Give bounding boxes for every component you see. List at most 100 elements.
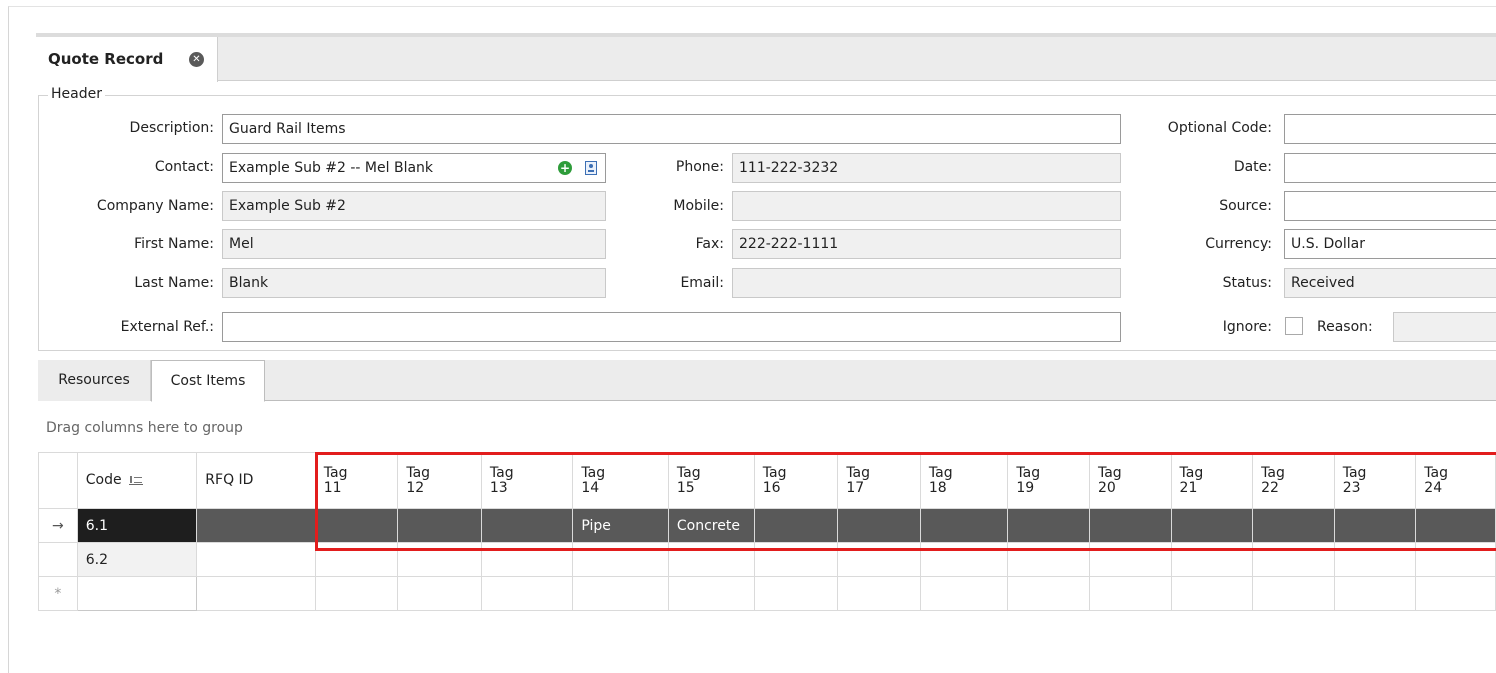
cell-tag-22[interactable] (1252, 576, 1335, 611)
table-row[interactable]: → 6.1 Pipe Concrete (38, 508, 1496, 543)
cell-tag-21[interactable] (1170, 542, 1254, 577)
cell-tag-11[interactable] (314, 508, 399, 543)
cell-tag-23[interactable] (1333, 508, 1417, 543)
column-header-tag-15[interactable]: Tag 15 (667, 452, 755, 509)
column-header-tag-13[interactable]: Tag 13 (480, 452, 574, 509)
currency-field[interactable]: U.S. Dollar (1284, 229, 1496, 259)
cell-rfq-id[interactable] (196, 542, 316, 577)
ignore-checkbox[interactable] (1285, 317, 1303, 335)
cell-tag-16[interactable] (753, 576, 839, 611)
source-field[interactable] (1284, 191, 1496, 221)
cell-tag-17[interactable] (837, 576, 921, 611)
column-header-tag-17[interactable]: Tag 17 (837, 452, 921, 509)
date-field[interactable] (1284, 153, 1496, 183)
cell-tag-12[interactable] (397, 576, 482, 611)
tab-resources[interactable]: Resources (38, 360, 151, 401)
cell-tag-18[interactable] (919, 508, 1009, 543)
email-field (732, 268, 1121, 298)
cell-tag-23[interactable] (1333, 576, 1417, 611)
cell-tag-16[interactable] (753, 542, 839, 577)
column-header-tag-12[interactable]: Tag 12 (397, 452, 482, 509)
status-field: Received (1284, 268, 1496, 298)
description-field[interactable]: Guard Rail Items (222, 114, 1121, 144)
cell-tag-21[interactable] (1170, 576, 1254, 611)
source-label: Source: (1219, 198, 1272, 214)
column-header-tag-11[interactable]: Tag 11 (314, 452, 399, 509)
cell-tag-14[interactable] (572, 576, 669, 611)
cost-items-grid: Code RFQ ID Tag 11 Tag 12 Tag 13 Tag 14 Tag 1… (38, 452, 1496, 611)
contact-label: Contact: (154, 159, 214, 175)
cell-tag-15[interactable] (667, 576, 755, 611)
cell-tag-11[interactable] (314, 542, 399, 577)
cell-tag-24[interactable] (1415, 542, 1496, 577)
cell-code[interactable]: 6.2 (76, 542, 198, 577)
document-tab-bar: Quote Record ✕ (36, 37, 1496, 82)
cell-tag-24[interactable] (1415, 576, 1496, 611)
cell-tag-12[interactable] (397, 542, 482, 577)
column-header-tag-20[interactable]: Tag 20 (1088, 452, 1172, 509)
cell-tag-24[interactable] (1415, 508, 1496, 543)
close-circle-icon[interactable]: ✕ (189, 52, 204, 67)
table-row[interactable]: 6.2 (38, 542, 1496, 577)
cell-tag-22[interactable] (1252, 508, 1335, 543)
cell-tag-17[interactable] (837, 508, 921, 543)
cell-tag-13[interactable] (480, 542, 574, 577)
column-header-tag-23[interactable]: Tag 23 (1333, 452, 1417, 509)
cell-rfq-id[interactable] (196, 508, 316, 543)
cell-tag-22[interactable] (1252, 542, 1335, 577)
cell-tag-20[interactable] (1088, 576, 1172, 611)
mobile-field (732, 191, 1121, 221)
cell-tag-20[interactable] (1088, 508, 1172, 543)
cell-tag-20[interactable] (1088, 542, 1172, 577)
cell-tag-12[interactable] (397, 508, 482, 543)
column-header-tag-17-num: 17 (846, 479, 865, 496)
contact-card-icon[interactable] (585, 161, 597, 175)
column-header-tag-16-word: Tag (762, 464, 787, 481)
column-header-tag-21[interactable]: Tag 21 (1170, 452, 1254, 509)
cell-tag-19[interactable] (1007, 576, 1090, 611)
column-header-tag-11-word: Tag (323, 464, 348, 481)
cell-tag-14[interactable] (572, 542, 669, 577)
column-header-tag-22[interactable]: Tag 22 (1252, 452, 1335, 509)
column-header-code[interactable]: Code (76, 452, 198, 509)
last-name-label: Last Name: (134, 275, 214, 291)
column-header-tag-16[interactable]: Tag 16 (753, 452, 839, 509)
row-indicator-arrow: → (38, 508, 78, 543)
tab-label: Quote Record (48, 50, 164, 68)
first-name-label: First Name: (134, 236, 214, 252)
tab-cost-items[interactable]: Cost Items (151, 360, 265, 402)
column-header-tag-18[interactable]: Tag 18 (919, 452, 1009, 509)
column-header-tag-18-word: Tag (928, 464, 953, 481)
fax-field: 222-222-1111 (732, 229, 1121, 259)
group-by-area[interactable]: Drag columns here to group (38, 402, 1496, 452)
column-header-tag-20-num: 20 (1097, 479, 1116, 496)
column-header-tag-14[interactable]: Tag 14 (572, 452, 669, 509)
cell-tag-18[interactable] (919, 542, 1009, 577)
new-row[interactable]: * (38, 576, 1496, 611)
cell-tag-13[interactable] (480, 508, 574, 543)
cell-tag-19[interactable] (1007, 508, 1090, 543)
cell-tag-21[interactable] (1170, 508, 1254, 543)
cell-tag-18[interactable] (919, 576, 1009, 611)
cell-tag-13[interactable] (480, 576, 574, 611)
cell-tag-11[interactable] (314, 576, 399, 611)
tab-quote-record[interactable]: Quote Record ✕ (36, 37, 218, 82)
cell-tag-19[interactable] (1007, 542, 1090, 577)
column-header-rfq-id[interactable]: RFQ ID (196, 452, 316, 509)
column-header-tag-24[interactable]: Tag 24 (1415, 452, 1496, 509)
column-header-tag-22-num: 22 (1261, 479, 1279, 496)
cell-code[interactable]: 6.1 (76, 508, 198, 543)
cell-tag-15[interactable] (667, 542, 755, 577)
cell-tag-23[interactable] (1333, 542, 1417, 577)
optional-code-field[interactable] (1284, 114, 1496, 144)
cell-code[interactable] (76, 576, 198, 611)
cell-tag-16[interactable] (753, 508, 839, 543)
cell-tag-14[interactable]: Pipe (572, 508, 669, 543)
plus-circle-icon[interactable]: + (558, 161, 572, 175)
external-ref-field[interactable] (222, 312, 1121, 342)
cell-tag-15[interactable]: Concrete (667, 508, 755, 543)
cell-rfq-id[interactable] (196, 576, 316, 611)
contact-field[interactable]: Example Sub #2 -- Mel Blank (222, 153, 606, 183)
column-header-tag-19[interactable]: Tag 19 (1007, 452, 1090, 509)
cell-tag-17[interactable] (837, 542, 921, 577)
